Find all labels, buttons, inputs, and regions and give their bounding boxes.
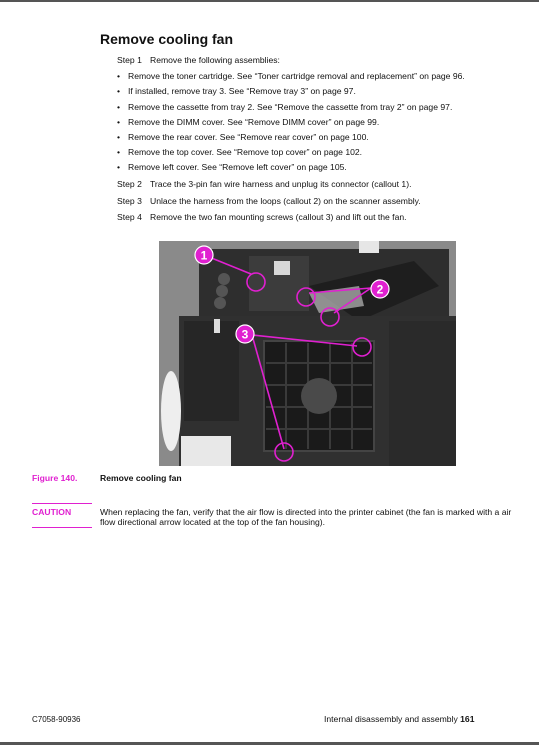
bullet-icon: • <box>117 117 121 127</box>
step-text: Remove the two fan mounting screws (call… <box>150 212 407 222</box>
step-label: Step 2 <box>117 179 142 189</box>
bullet-icon: • <box>117 132 121 142</box>
step-label: Step 4 <box>117 212 142 222</box>
bullet-item: • Remove the top cover. See “Remove top c… <box>117 147 362 157</box>
paper-guide <box>181 436 231 466</box>
step-4: Step 4 Remove the two fan mounting screws… <box>117 212 407 222</box>
caution-rule-top <box>32 503 92 504</box>
bullet-item: • Remove the toner cartridge. See “Toner … <box>117 71 465 81</box>
caution-rule-bottom <box>32 527 92 528</box>
step-label: Step 3 <box>117 196 142 206</box>
right-panel <box>389 321 456 466</box>
latch <box>214 319 220 333</box>
bullet-item: • Remove the DIMM cover. See “Remove DIMM… <box>117 117 379 127</box>
bullet-icon: • <box>117 71 121 81</box>
roller <box>214 297 226 309</box>
left-panel <box>184 321 239 421</box>
bullet-text: Remove the rear cover. See “Remove rear … <box>128 132 369 142</box>
bullet-item: • If installed, remove tray 3. See “Remov… <box>117 86 356 96</box>
step-text: Remove the following assemblies: <box>150 55 280 65</box>
page-top-border <box>0 0 539 2</box>
page-title: Remove cooling fan <box>100 31 234 47</box>
page-number: 161 <box>460 714 475 724</box>
bullet-icon: • <box>117 102 121 112</box>
bullet-item: • Remove the rear cover. See “Remove rear… <box>117 132 369 142</box>
bullet-icon: • <box>117 147 121 157</box>
figure-photo: 1 2 3 <box>159 241 456 466</box>
bullet-text: Remove left cover. See “Remove left cove… <box>128 162 347 172</box>
callout-label: 2 <box>377 283 384 297</box>
step-1: Step 1 Remove the following assemblies: <box>117 55 280 65</box>
callout-label: 1 <box>201 249 208 263</box>
caution-label: CAUTION <box>32 507 72 517</box>
bullet-text: Remove the top cover. See “Remove top co… <box>128 147 363 157</box>
callout-3: 3 <box>235 324 255 344</box>
footer-section: Internal disassembly and assembly 161 <box>324 714 474 724</box>
figure-number: Figure 140. <box>32 473 78 483</box>
step-label: Step 1 <box>117 55 142 65</box>
connector-block <box>274 261 290 275</box>
bullet-item: • Remove left cover. See “Remove left cov… <box>117 162 347 172</box>
step-text: Trace the 3-pin fan wire harness and unp… <box>150 179 412 189</box>
callout-1: 1 <box>194 245 214 265</box>
callout-2: 2 <box>370 279 390 299</box>
step-2: Step 2 Trace the 3-pin fan wire harness a… <box>117 179 411 189</box>
bullet-icon: • <box>117 162 121 172</box>
paper-edge <box>161 371 181 451</box>
bullet-text: Remove the DIMM cover. See “Remove DIMM … <box>128 117 380 127</box>
roller <box>216 285 228 297</box>
roller <box>218 273 230 285</box>
step-text: Unlace the harness from the loops (callo… <box>150 196 421 206</box>
bullet-item: • Remove the cassette from tray 2. See “R… <box>117 102 452 112</box>
figure-caption: Remove cooling fan <box>100 473 182 483</box>
fan-hub <box>301 378 337 414</box>
footer-doc-number: C7058-90936 <box>32 715 81 724</box>
bullet-text: If installed, remove tray 3. See “Remove… <box>128 86 356 96</box>
callout-label: 3 <box>242 328 249 342</box>
caution-text: When replacing the fan, verify that the … <box>100 507 512 527</box>
bullet-icon: • <box>117 86 121 96</box>
step-3: Step 3 Unlace the harness from the loops … <box>117 196 421 206</box>
bullet-text: Remove the cassette from tray 2. See “Re… <box>128 102 453 112</box>
bullet-text: Remove the toner cartridge. See “Toner c… <box>128 71 465 81</box>
footer-section-title: Internal disassembly and assembly <box>324 714 458 724</box>
cable-end <box>359 241 379 253</box>
